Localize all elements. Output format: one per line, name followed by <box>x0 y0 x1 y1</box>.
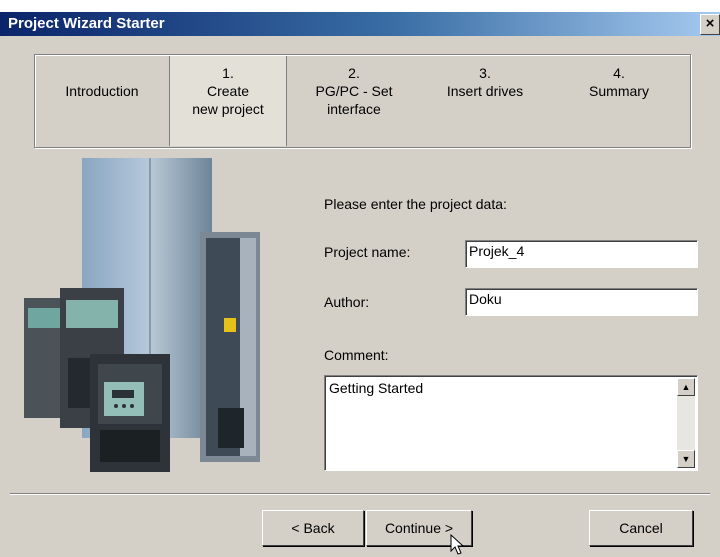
screen-top-strip <box>0 0 720 12</box>
wizard-steps: Introduction 1. Create new project 2. PG… <box>34 54 691 148</box>
step-label: 2. PG/PC - Set interface <box>315 65 393 117</box>
button-separator <box>10 493 710 495</box>
scroll-down-icon[interactable]: ▼ <box>677 450 695 468</box>
back-button[interactable]: < Back <box>262 510 364 546</box>
scroll-up-icon[interactable]: ▲ <box>677 378 695 396</box>
step-insert-drives: 3. Insert drives <box>421 56 549 146</box>
author-input[interactable]: Doku <box>465 288 698 316</box>
project-name-input[interactable]: Projek_4 <box>465 240 698 268</box>
step-label: 4. Summary <box>589 65 649 99</box>
step-label: Introduction <box>65 83 139 99</box>
comment-label: Comment: <box>324 347 389 363</box>
step-summary: 4. Summary <box>549 56 689 146</box>
mouse-pointer-icon <box>450 534 465 555</box>
step-create-project: 1. Create new project <box>169 56 287 146</box>
form-prompt: Please enter the project data: <box>324 196 507 212</box>
window-title: Project Wizard Starter <box>8 15 165 32</box>
title-bar: Project Wizard Starter × <box>0 12 720 36</box>
project-name-label: Project name: <box>324 244 411 260</box>
close-button[interactable]: × <box>700 14 720 35</box>
comment-text: Getting Started <box>329 380 424 396</box>
author-label: Author: <box>324 294 370 310</box>
comment-scrollbar[interactable]: ▲ ▼ <box>677 378 695 468</box>
step-label: 1. Create new project <box>192 65 264 117</box>
step-pgpc-interface: 2. PG/PC - Set interface <box>287 56 421 146</box>
siemens-drives-photo-icon <box>24 158 260 472</box>
step-label: 3. Insert drives <box>446 65 524 99</box>
comment-textarea[interactable]: Getting Started ▲ ▼ <box>324 375 698 471</box>
cancel-button[interactable]: Cancel <box>589 510 693 546</box>
step-introduction: Introduction <box>35 56 169 146</box>
